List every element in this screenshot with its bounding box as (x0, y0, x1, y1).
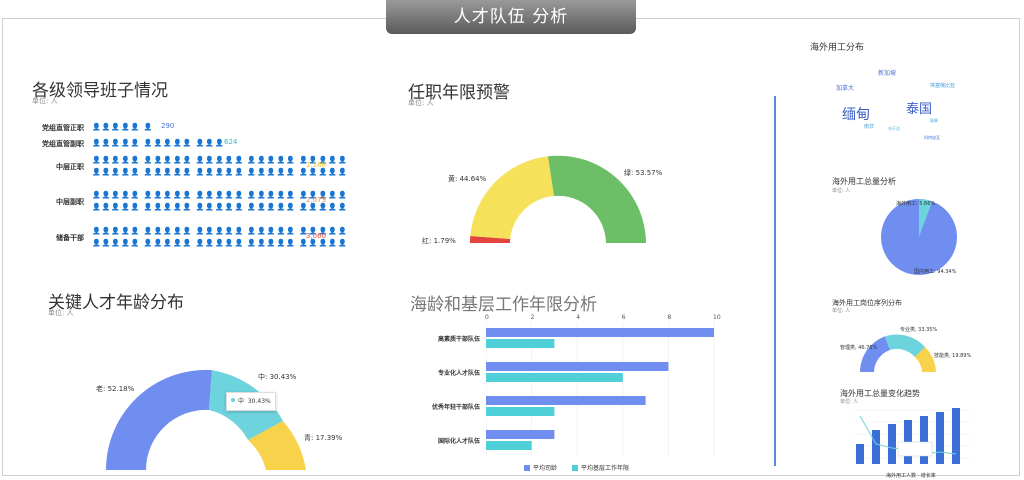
word-cloud-item: 乌干达 (888, 126, 900, 131)
overseas-seq-donut (860, 334, 936, 372)
leader-row-value: 624 (224, 138, 238, 146)
bar-axis-tick: 8 (667, 314, 672, 321)
bar-chart (486, 322, 715, 456)
tenure-gauge (470, 155, 646, 243)
bar-category-label: 高素质干部队伍 (437, 336, 480, 343)
age-tooltip: 中 30.43% (226, 392, 276, 411)
divider (774, 96, 776, 466)
bar-tenure[interactable] (486, 328, 714, 337)
bar-axis-tick: 10 (713, 314, 721, 321)
seniority-title: 海龄和基层工作年限分析 (410, 295, 597, 315)
bar-tenure[interactable] (486, 362, 669, 371)
word-cloud-item: 泰国 (906, 102, 933, 117)
bar-axis-tick: 0 (485, 314, 489, 321)
overseas-pie (881, 199, 957, 275)
overseas-trend-chart (852, 408, 972, 464)
leaders-unit: 单位: 人 (32, 97, 58, 105)
bar-grassroots[interactable] (486, 339, 555, 348)
word-cloud-item: 缅甸 (842, 107, 870, 123)
bar-grassroots[interactable] (486, 373, 623, 382)
bar-legend-b: 平均基层工作年限 (572, 463, 629, 472)
age-unit: 单位: 人 (48, 309, 74, 317)
person-icon-line: 👤👤👤👤👤 👤 (92, 123, 154, 131)
bar-axis-tick: 6 (621, 314, 626, 321)
leader-row-label: 中层正职 (56, 163, 84, 171)
leader-row-icons: 👤👤👤👤👤 👤👤👤👤👤 👤👤👤 (92, 137, 225, 149)
bar-tenure[interactable] (486, 430, 555, 439)
bar-grassroots[interactable] (486, 407, 555, 416)
leader-row-label: 党组直管副职 (42, 140, 84, 148)
word-cloud-item: 加拿大 (836, 85, 855, 92)
person-icon-line: 👤👤👤👤👤 👤👤👤👤👤 👤👤👤 (92, 139, 225, 147)
age-mid-label: 中: 30.43% (258, 373, 297, 381)
bar-category-label: 优秀年轻干部队伍 (431, 404, 480, 411)
word-cloud-item: 科特迪瓦 (924, 135, 940, 140)
leader-row-value: 290 (161, 122, 175, 130)
bar-legend-a: 平均司龄 (524, 463, 557, 472)
page-title: 人才队伍 分析 (386, 0, 636, 34)
pie-label-domestic: 国内用工: 94.34% (914, 269, 957, 275)
trend-legend: 海外用工人数 · 增长率 (886, 473, 936, 479)
leader-row-label: 储备干部 (56, 234, 84, 242)
bar-tenure[interactable] (486, 396, 646, 405)
bar-axis-tick: 4 (576, 314, 581, 321)
leader-row-value: 2,073 (306, 196, 327, 204)
bar-category-label: 专业化人才队伍 (437, 370, 480, 377)
overseas-total-unit: 单位: 人 (832, 188, 851, 194)
age-old-label: 老: 52.18% (96, 385, 135, 393)
word-cloud-item: 埃塞俄比亚 (930, 83, 956, 89)
leader-row-label: 党组直管正职 (42, 124, 84, 132)
seq-label-skill: 技能类, 19.89% (934, 353, 972, 359)
overseas-seq-unit: 单位: 人 (832, 308, 851, 314)
leader-row-value: 3,060 (306, 232, 327, 240)
leader-row-label: 中层副职 (56, 198, 84, 206)
gauge-yellow-arc (470, 156, 554, 239)
gauge-red-label: 红: 1.79% (422, 237, 456, 245)
overseas-title: 海外用工分布 (810, 43, 865, 53)
bar-category-label: 国际化人才队伍 (437, 438, 480, 445)
word-cloud-item: 刚果 (930, 118, 938, 123)
leader-row-value: 1,188 (306, 161, 327, 169)
word-cloud-item: 南非 (864, 124, 875, 130)
tenure-unit: 单位: 人 (408, 99, 434, 107)
age-young-label: 青: 17.39% (304, 434, 343, 442)
bar-axis-tick: 2 (530, 314, 535, 321)
leader-row-icons: 👤👤👤👤👤 👤 (92, 121, 154, 133)
word-cloud-item: 新加坡 (878, 70, 897, 77)
pie-label-overseas: 海外用工: 5.66% (896, 201, 936, 207)
seq-label-prof: 专业类, 33.35% (900, 327, 938, 333)
gauge-yellow-label: 黄: 44.64% (448, 175, 487, 183)
seq-label-mgmt: 管理类, 46.76% (840, 345, 878, 351)
bar-grassroots[interactable] (486, 441, 532, 450)
overseas-total-title: 海外用工总量分析 (832, 177, 896, 186)
gauge-green-label: 绿: 53.57% (624, 169, 663, 177)
